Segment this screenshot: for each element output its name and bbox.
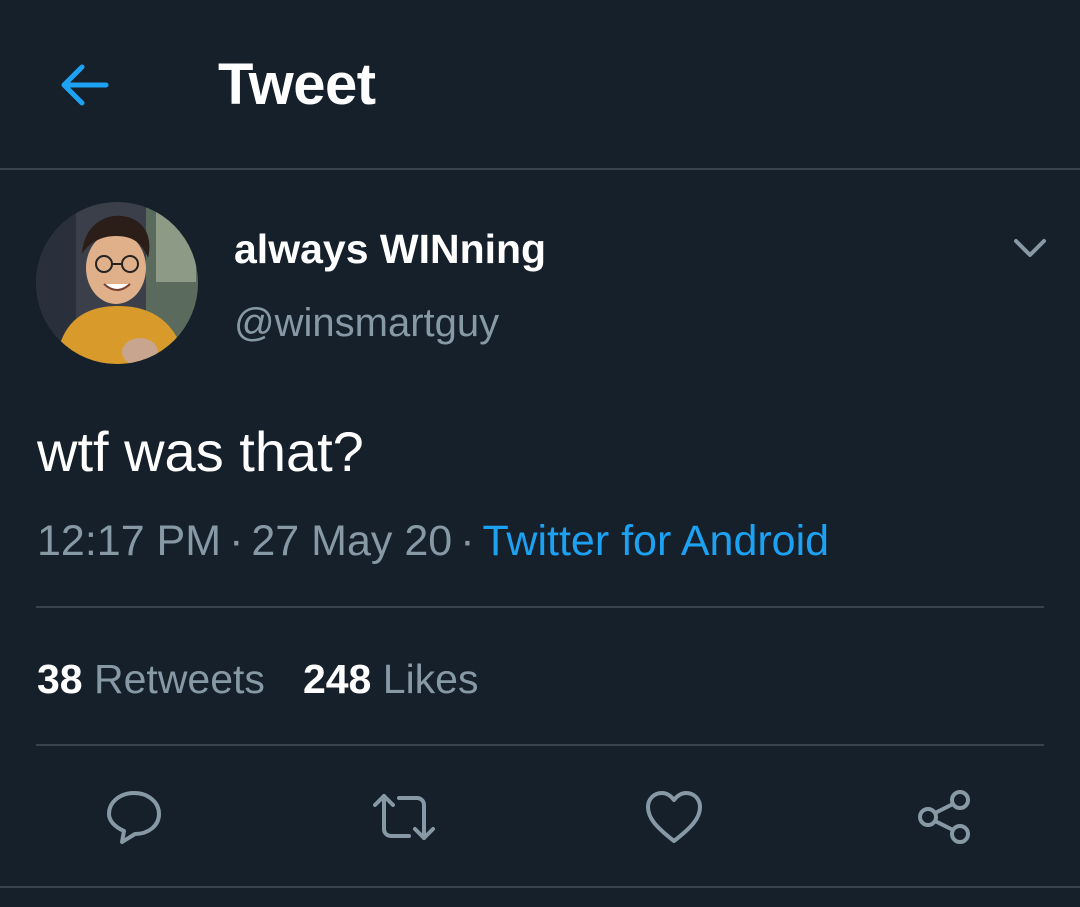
avatar[interactable] — [36, 202, 198, 364]
share-button[interactable] — [908, 782, 980, 852]
profile-photo — [36, 202, 198, 364]
meta-separator: · — [229, 517, 244, 565]
author-display-name[interactable]: always WINning — [234, 222, 546, 276]
retweets-stat[interactable]: 38 Retweets — [37, 652, 265, 706]
tweet-date: 27 May 20 — [251, 517, 453, 565]
tweet-options-button[interactable] — [1004, 222, 1056, 274]
top-app-bar: Tweet — [0, 0, 1080, 170]
tweet-time: 12:17 PM — [37, 517, 222, 565]
meta-separator: · — [460, 517, 475, 565]
divider — [0, 886, 1080, 888]
divider — [36, 606, 1044, 608]
reply-icon — [107, 791, 161, 844]
likes-count: 248 — [302, 656, 372, 702]
reply-button[interactable] — [98, 782, 170, 852]
tweet-source-link[interactable]: Twitter for Android — [483, 517, 830, 565]
tweet-stats: 38 Retweets 248 Likes — [37, 652, 478, 706]
retweets-label: Retweets — [94, 656, 265, 702]
likes-stat[interactable]: 248 Likes — [303, 652, 479, 706]
share-icon — [918, 790, 970, 844]
divider — [36, 744, 1044, 746]
arrow-left-icon — [61, 64, 109, 106]
chevron-down-icon — [1014, 239, 1046, 257]
tweet-meta: 12:17 PM · 27 May 20 · Twitter for Android — [37, 513, 829, 569]
like-button[interactable] — [638, 782, 710, 852]
retweets-count: 38 — [37, 656, 83, 702]
back-button[interactable] — [52, 55, 116, 115]
page-title: Tweet — [218, 52, 376, 117]
tweet-text: wtf was that? — [37, 420, 364, 483]
likes-label: Likes — [382, 656, 479, 702]
retweet-icon — [373, 794, 435, 840]
author-handle[interactable]: @winsmartguy — [234, 296, 499, 350]
heart-icon — [646, 791, 702, 843]
retweet-button[interactable] — [368, 782, 440, 852]
